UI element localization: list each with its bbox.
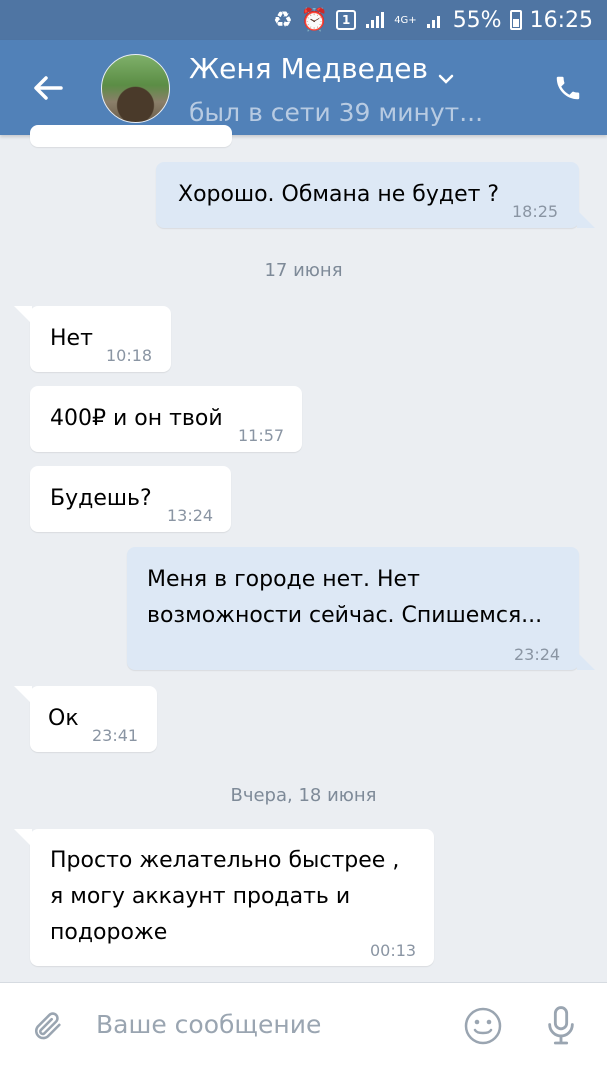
recycle-icon: ♻ <box>273 7 293 33</box>
message-bubble-incoming[interactable]: 400₽ и он твой 11:57 <box>30 386 302 452</box>
message-bubble-outgoing[interactable]: Меня в городе нет. Нет возможности сейча… <box>127 547 595 670</box>
battery-icon <box>509 10 522 30</box>
message-text: Хорошо. Обмана не будет ? <box>178 182 500 207</box>
message-time: 18:25 <box>512 202 559 221</box>
back-arrow-icon[interactable] <box>28 68 68 108</box>
contact-name: Женя Медведев <box>189 52 428 85</box>
message-text: Меня в городе нет. Нет возможности сейча… <box>147 567 543 628</box>
message-input-bar <box>0 982 607 1081</box>
last-seen-status: был в сети 39 минут... <box>189 98 484 127</box>
message-bubble-incoming[interactable]: Будешь? 13:24 <box>30 466 231 532</box>
date-separator: 17 июня <box>264 260 343 281</box>
chevron-down-icon <box>438 61 454 84</box>
status-bar: ♻ ⏰ 1 4G+ 55% 16:25 <box>0 0 607 40</box>
message-time: 00:13 <box>370 941 417 960</box>
message-time: 11:57 <box>238 426 285 445</box>
attach-icon[interactable] <box>26 1005 70 1049</box>
signal-icon <box>364 10 386 30</box>
chat-header: Женя Медведев был в сети 39 минут... <box>0 40 607 135</box>
message-time: 23:24 <box>514 645 561 664</box>
message-time: 10:18 <box>106 346 153 365</box>
message-bubble-incoming[interactable]: Просто желательно быстрее , я могу аккау… <box>14 829 434 966</box>
message-bubble-outgoing[interactable]: Хорошо. Обмана не будет ? 18:25 <box>156 162 595 228</box>
message-text: Просто желательно быстрее , я могу аккау… <box>50 848 400 945</box>
avatar[interactable] <box>101 54 170 123</box>
battery-percent: 55% <box>452 7 502 33</box>
message-text: Ок <box>48 706 79 731</box>
message-time: 23:41 <box>92 726 139 745</box>
signal-icon-2 <box>425 10 445 30</box>
alarm-icon: ⏰ <box>300 7 329 33</box>
message-time: 13:24 <box>167 506 214 525</box>
message-bubble-partial <box>30 125 232 147</box>
message-text: Нет <box>50 326 93 351</box>
contact-name-button[interactable]: Женя Медведев <box>189 52 454 85</box>
clock: 16:25 <box>529 7 593 33</box>
message-text: 400₽ и он твой <box>50 406 223 431</box>
date-separator: Вчера, 18 июня <box>230 785 377 806</box>
message-input[interactable] <box>96 1010 436 1039</box>
network-type: 4G+ <box>394 14 417 26</box>
message-text: Будешь? <box>50 486 152 511</box>
sim-badge: 1 <box>336 10 357 30</box>
microphone-icon[interactable] <box>538 1001 584 1051</box>
phone-icon[interactable] <box>546 66 590 110</box>
message-bubble-incoming[interactable]: Нет 10:18 <box>14 306 171 372</box>
message-bubble-incoming[interactable]: Ок 23:41 <box>14 686 157 752</box>
emoji-icon[interactable] <box>460 1003 506 1049</box>
